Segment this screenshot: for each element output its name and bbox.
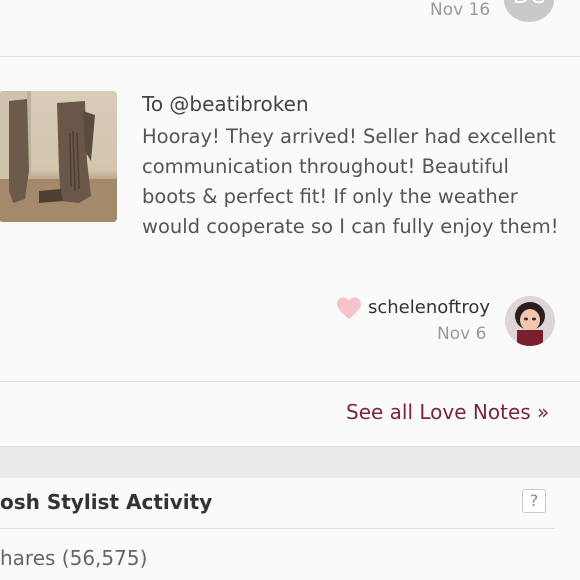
heart-icon xyxy=(337,297,361,319)
author-avatar[interactable] xyxy=(505,296,555,346)
see-all-love-notes-link[interactable]: See all Love Notes » xyxy=(346,400,549,424)
note-text: Hooray! They arrived! Seller had excelle… xyxy=(142,125,559,238)
note-author[interactable]: schelenoftroy xyxy=(368,297,490,318)
divider xyxy=(0,528,555,529)
previous-note-avatar[interactable]: DC xyxy=(504,0,554,22)
section-title: osh Stylist Activity xyxy=(0,490,213,514)
shares-count[interactable]: hares (56,575) xyxy=(0,546,147,570)
listing-thumbnail[interactable] xyxy=(0,91,117,222)
divider xyxy=(0,56,580,57)
help-icon[interactable]: ? xyxy=(522,489,546,513)
note-recipient[interactable]: To @beatibroken xyxy=(142,92,309,116)
avatar-image-icon xyxy=(505,296,555,346)
stylist-activity-section: osh Stylist Activity ? hares (56,575) xyxy=(0,478,580,580)
section-gap xyxy=(0,446,580,480)
note-date: Nov 6 xyxy=(437,324,487,344)
divider xyxy=(0,381,580,382)
previous-note-date: Nov 16 xyxy=(430,0,491,20)
boots-image-icon xyxy=(0,91,117,222)
love-notes-card: Nov 16 DC To @beatibroken Hooray! They a… xyxy=(0,0,580,446)
